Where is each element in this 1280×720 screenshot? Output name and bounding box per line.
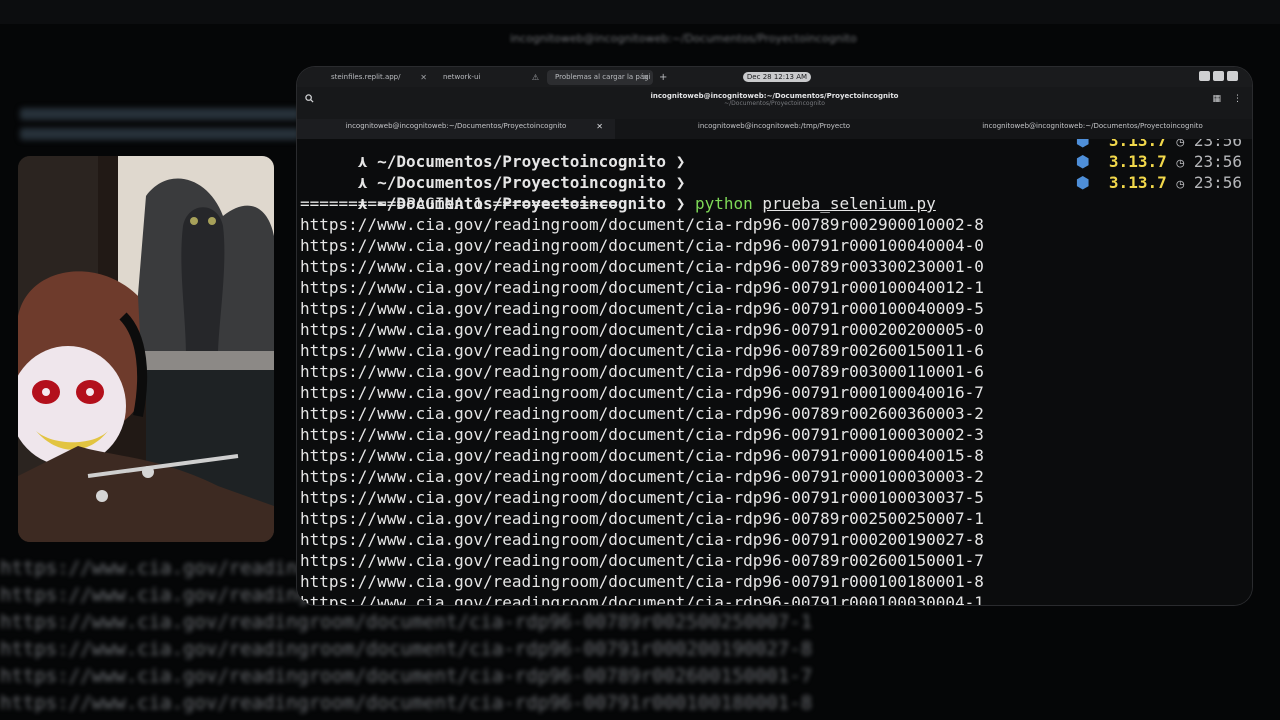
- browser-tab-problemas[interactable]: Problemas al cargar la pági ✕: [547, 70, 653, 85]
- close-icon[interactable]: ✕: [596, 119, 603, 134]
- url-output-line[interactable]: https://www.cia.gov/readingroom/document…: [300, 235, 984, 256]
- background-output-line: https://www.cia.gov/readingroom/document…: [0, 638, 813, 660]
- url-output-line[interactable]: https://www.cia.gov/readingroom/document…: [300, 382, 984, 403]
- url-output-line[interactable]: https://www.cia.gov/readingroom/document…: [300, 529, 984, 550]
- url-output-line[interactable]: https://www.cia.gov/readingroom/document…: [300, 592, 984, 605]
- python-icon: ⬢: [1075, 139, 1090, 150]
- terminal-tab-proyectoincognito[interactable]: incognitoweb@incognitoweb:~/Documentos/P…: [297, 119, 615, 139]
- command-name: python: [694, 194, 753, 213]
- background-blur-text: [20, 100, 300, 160]
- clock-icon: ◷: [1176, 156, 1185, 171]
- python-icon: ⬢: [1075, 152, 1090, 171]
- background-window-title: incognitoweb@incognitoweb:~/Documentos/P…: [510, 32, 857, 45]
- webcam-overlay: [18, 156, 274, 542]
- url-output-line[interactable]: https://www.cia.gov/readingroom/document…: [300, 445, 984, 466]
- command-argument[interactable]: prueba_selenium.py: [762, 194, 935, 213]
- background-output-line: https://www.cia.gov/readingroom/document…: [0, 692, 813, 714]
- maximize-icon[interactable]: [1213, 71, 1224, 81]
- background-output-line: https://www.cia.gov/readingroom/document…: [0, 611, 813, 633]
- url-output-line[interactable]: https://www.cia.gov/readingroom/document…: [300, 403, 984, 424]
- browser-tab-bar: steinfiles.replit.app/ ✕ network-ui ⚠ Pr…: [297, 67, 1252, 87]
- python-version: 3.13.7: [1108, 152, 1167, 171]
- header-actions: ▦ ⋮: [1212, 94, 1242, 104]
- url-output-line[interactable]: https://www.cia.gov/readingroom/document…: [300, 466, 984, 487]
- python-version: 3.13.7: [1108, 173, 1167, 192]
- clock-icon: ◷: [1176, 177, 1185, 192]
- webcam-image: [18, 156, 274, 542]
- right-prompt: ⬢ 3.13.7 ◷ 23:56: [1076, 151, 1242, 172]
- window-subtitle: ~/Documentos/Proyectoincognito: [724, 100, 825, 107]
- terminal-headerbar: incognitoweb@incognitoweb:~/Documentos/P…: [297, 87, 1252, 119]
- url-output-line[interactable]: https://www.cia.gov/readingroom/document…: [300, 319, 984, 340]
- window-title: incognitoweb@incognitoweb:~/Documentos/P…: [650, 92, 899, 100]
- browser-tab-label: steinfiles.replit.app/: [331, 73, 401, 81]
- prompt-time: 23:56: [1193, 152, 1242, 171]
- prompt-arrow: ❯: [675, 194, 686, 213]
- menu-kebab-icon[interactable]: ⋮: [1233, 94, 1242, 104]
- terminal-tab-proyectoincognito-2[interactable]: incognitoweb@incognitoweb:~/Documentos/P…: [933, 119, 1252, 139]
- url-output-line[interactable]: https://www.cia.gov/readingroom/document…: [300, 550, 984, 571]
- system-clock[interactable]: Dec 28 12:13 AM: [743, 72, 811, 82]
- url-output-line[interactable]: https://www.cia.gov/readingroom/document…: [300, 508, 984, 529]
- close-icon[interactable]: ✕: [642, 70, 649, 85]
- command-line: ⋏ ~/Documentos/Proyectoincognito ❯ pytho…: [300, 172, 936, 213]
- browser-tab-label: Problemas al cargar la pági: [555, 73, 651, 81]
- clock-icon: ◷: [1176, 139, 1185, 150]
- browser-tab-network-ui[interactable]: network-ui ⚠: [435, 70, 543, 85]
- close-window-icon[interactable]: [1227, 71, 1238, 81]
- url-output-line[interactable]: https://www.cia.gov/readingroom/document…: [300, 424, 984, 445]
- terminal-tab-label: incognitoweb@incognitoweb:~/Documentos/P…: [345, 122, 567, 130]
- url-output-line[interactable]: https://www.cia.gov/readingroom/document…: [300, 487, 984, 508]
- url-output-line[interactable]: https://www.cia.gov/readingroom/document…: [300, 214, 984, 235]
- prompt-time: 23:56: [1193, 139, 1242, 150]
- prompt-line: ⋏ ~/Documentos/Proyectoincognito ❯: [300, 151, 686, 192]
- terminal-tab-label: incognitoweb@incognitoweb:/tmp/Proyecto: [697, 122, 851, 130]
- prompt-time: 23:56: [1193, 173, 1242, 192]
- browser-tab-replit[interactable]: steinfiles.replit.app/ ✕: [323, 70, 431, 85]
- background-output-line: https://www.cia.gov/readingroom/document…: [0, 665, 813, 687]
- page-header-line: ===========PAGINA 1 =============: [300, 194, 618, 213]
- terminal-tab-tmp-proyecto[interactable]: incognitoweb@incognitoweb:/tmp/Proyecto: [615, 119, 933, 139]
- url-output-line[interactable]: https://www.cia.gov/readingroom/document…: [300, 277, 984, 298]
- url-output-line[interactable]: https://www.cia.gov/readingroom/document…: [300, 571, 984, 592]
- right-prompt: ⬢ 3.13.7 ◷ 23:56: [1076, 139, 1242, 151]
- python-icon: ⬢: [1075, 173, 1090, 192]
- browser-tab-label: network-ui: [443, 73, 481, 81]
- right-prompt: ⬢ 3.13.7 ◷ 23:56: [1076, 172, 1242, 193]
- python-version: 3.13.7: [1108, 139, 1167, 150]
- url-output-line[interactable]: https://www.cia.gov/readingroom/document…: [300, 298, 984, 319]
- grid-icon[interactable]: ▦: [1212, 94, 1221, 104]
- new-tab-plus-icon[interactable]: +: [659, 70, 667, 85]
- background-topbar: [0, 0, 1280, 24]
- terminal-output[interactable]: ⋏ ~/Documentos/Proyectoincognito ❯ ⬢ 3.1…: [297, 139, 1252, 605]
- url-output-line[interactable]: https://www.cia.gov/readingroom/document…: [300, 361, 984, 382]
- url-output-line[interactable]: https://www.cia.gov/readingroom/document…: [300, 340, 984, 361]
- minimize-icon[interactable]: [1199, 71, 1210, 81]
- terminal-tab-bar: incognitoweb@incognitoweb:~/Documentos/P…: [297, 119, 1252, 139]
- window-controls: [1199, 71, 1238, 81]
- close-icon[interactable]: ✕: [420, 70, 427, 85]
- terminal-window: steinfiles.replit.app/ ✕ network-ui ⚠ Pr…: [297, 67, 1252, 605]
- url-output-line[interactable]: https://www.cia.gov/readingroom/document…: [300, 256, 984, 277]
- warning-icon: ⚠: [531, 73, 539, 82]
- prompt-line: ⋏ ~/Documentos/Proyectoincognito ❯: [300, 139, 686, 171]
- terminal-tab-label: incognitoweb@incognitoweb:~/Documentos/P…: [982, 122, 1203, 130]
